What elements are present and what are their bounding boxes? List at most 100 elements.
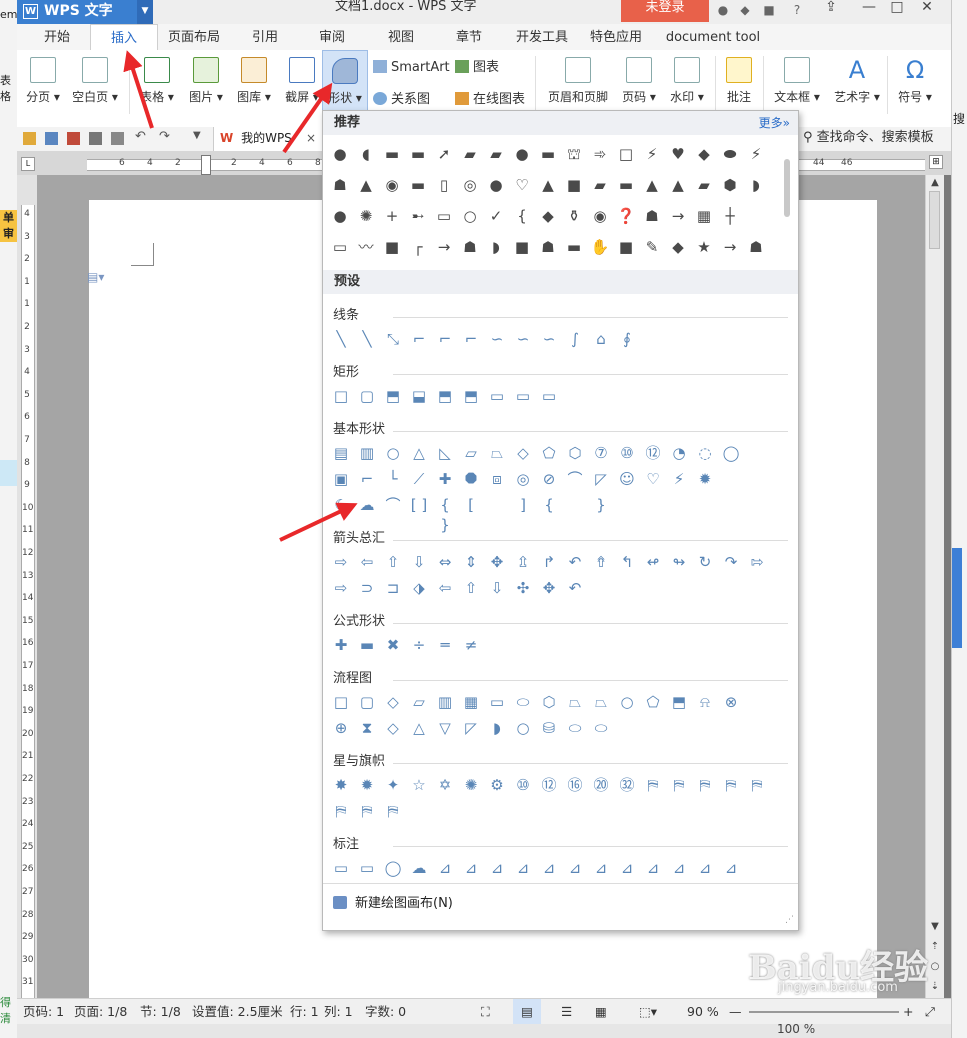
callout-shape[interactable]: ⊿: [617, 858, 637, 878]
account-icon[interactable]: ■: [762, 3, 776, 17]
recommended-shape[interactable]: ♥: [668, 144, 688, 164]
recommended-shape[interactable]: ◎: [460, 175, 480, 195]
recommended-shape[interactable]: {: [512, 206, 532, 226]
arrow-shape[interactable]: ⇮: [591, 552, 611, 572]
tab-special[interactable]: 特色应用: [579, 24, 653, 50]
star-banner-shape[interactable]: ⛿: [669, 775, 689, 795]
star-banner-shape[interactable]: ✺: [461, 775, 481, 795]
rectangle-shape[interactable]: ▢: [357, 386, 377, 406]
recommended-shape[interactable]: ▲: [356, 175, 376, 195]
callout-shape[interactable]: ⊿: [591, 858, 611, 878]
page-break-button[interactable]: 分页 ▾: [23, 50, 63, 120]
basic-shape[interactable]: ☺: [617, 469, 637, 489]
basic-shape[interactable]: { }: [435, 495, 455, 534]
star-banner-shape[interactable]: ⛿: [747, 775, 767, 795]
line-shape[interactable]: ╲: [357, 329, 377, 349]
equation-shape[interactable]: ✚: [331, 635, 351, 655]
arrow-shape[interactable]: ⇔: [435, 552, 455, 572]
equation-shape[interactable]: ✖: [383, 635, 403, 655]
basic-shape[interactable]: ⬠: [539, 443, 559, 463]
zoom-out-icon[interactable]: —: [729, 999, 742, 1025]
callout-shape[interactable]: ▭: [357, 858, 377, 878]
basic-shape[interactable]: ⑩: [617, 443, 637, 463]
basic-shape[interactable]: ▱: [461, 443, 481, 463]
recommended-shape[interactable]: ☗: [538, 237, 558, 257]
arrow-shape[interactable]: ↷: [721, 552, 741, 572]
new-drawing-canvas-item[interactable]: 新建绘图画布(N): [333, 892, 453, 911]
basic-shape[interactable]: {: [539, 495, 559, 515]
recommended-shape[interactable]: ◗: [746, 175, 766, 195]
line-shape[interactable]: ⌐: [409, 329, 429, 349]
recommended-shape[interactable]: ●: [330, 144, 350, 164]
rectangle-shape[interactable]: ⬒: [435, 386, 455, 406]
arrow-shape[interactable]: ⇨: [331, 552, 351, 572]
basic-shape[interactable]: [: [461, 495, 481, 515]
star-banner-shape[interactable]: ⛿: [331, 801, 351, 821]
basic-shape[interactable]: ✹: [695, 469, 715, 489]
tab-references[interactable]: 引用: [239, 24, 291, 50]
basic-shape[interactable]: ⑦: [591, 443, 611, 463]
flowchart-shape[interactable]: ▭: [487, 692, 507, 712]
flowchart-shape[interactable]: △: [409, 718, 429, 738]
arrow-shape[interactable]: ↱: [539, 552, 559, 572]
callout-shape[interactable]: ⊿: [435, 858, 455, 878]
star-banner-shape[interactable]: ⛿: [721, 775, 741, 795]
arrow-shape[interactable]: ⇦: [357, 552, 377, 572]
arrow-shape[interactable]: ↻: [695, 552, 715, 572]
flowchart-shape[interactable]: ◇: [383, 718, 403, 738]
basic-shape[interactable]: ⌒: [383, 495, 403, 515]
recommended-shape[interactable]: ◉: [382, 175, 402, 195]
flowchart-shape[interactable]: ○: [617, 692, 637, 712]
tab-document-tool[interactable]: document tool: [657, 24, 769, 50]
flowchart-shape[interactable]: □: [331, 692, 351, 712]
open-icon[interactable]: [23, 132, 36, 145]
recommended-shape[interactable]: ◆: [668, 237, 688, 257]
callout-shape[interactable]: ⊿: [539, 858, 559, 878]
tab-stop-selector[interactable]: L: [21, 157, 35, 171]
star-banner-shape[interactable]: ⛿: [357, 801, 377, 821]
tab-chapter[interactable]: 章节: [443, 24, 495, 50]
basic-shape[interactable]: ☾: [331, 495, 351, 515]
recommended-shape[interactable]: □: [616, 144, 636, 164]
equation-shape[interactable]: ≠: [461, 635, 481, 655]
rectangle-shape[interactable]: □: [331, 386, 351, 406]
flowchart-shape[interactable]: ⏢: [565, 692, 585, 712]
recommended-shape[interactable]: ▬: [408, 175, 428, 195]
line-shape[interactable]: ∽: [513, 329, 533, 349]
recommended-shape[interactable]: ■: [616, 237, 636, 257]
recommended-shape[interactable]: ★: [694, 237, 714, 257]
recommended-shape[interactable]: →: [434, 237, 454, 257]
rectangle-shape[interactable]: ▭: [487, 386, 507, 406]
scroll-down-icon[interactable]: ▼: [926, 921, 944, 932]
recommended-shape[interactable]: ▲: [538, 175, 558, 195]
recommended-shape[interactable]: ✺: [356, 206, 376, 226]
wordart-button[interactable]: A 艺术字 ▾: [829, 50, 885, 120]
star-banner-shape[interactable]: ⚙: [487, 775, 507, 795]
scroll-up-icon[interactable]: ▲: [926, 177, 944, 188]
callout-shape[interactable]: ⊿: [669, 858, 689, 878]
basic-shape[interactable]: ⑫: [643, 443, 663, 463]
arrow-shape[interactable]: ⇩: [409, 552, 429, 572]
more-shapes-link[interactable]: 更多»: [759, 111, 790, 135]
line-shape[interactable]: ⌐: [435, 329, 455, 349]
flowchart-shape[interactable]: ⧗: [357, 718, 377, 738]
tab-developer[interactable]: 开发工具: [505, 24, 579, 50]
basic-shape[interactable]: ◌: [695, 443, 715, 463]
undo-icon[interactable]: ↶: [135, 129, 146, 144]
minimize-button[interactable]: —: [855, 0, 883, 22]
flowchart-shape[interactable]: ⬭: [565, 718, 585, 738]
save-icon[interactable]: [45, 132, 58, 145]
callout-shape[interactable]: ⊿: [461, 858, 481, 878]
skin-icon[interactable]: ◆: [738, 3, 752, 17]
export-pdf-icon[interactable]: [67, 132, 80, 145]
arrow-shape[interactable]: ⇨: [331, 578, 351, 598]
arrow-shape[interactable]: ⬗: [409, 578, 429, 598]
online-chart-button[interactable]: 在线图表: [455, 90, 525, 110]
flowchart-shape[interactable]: ◸: [461, 718, 481, 738]
recommended-shape[interactable]: ▬: [616, 175, 636, 195]
fit-window-icon[interactable]: ⤢: [925, 999, 935, 1025]
recommended-shape[interactable]: ⛫: [564, 144, 584, 164]
basic-shape[interactable]: △: [409, 443, 429, 463]
rectangle-shape[interactable]: ⬓: [409, 386, 429, 406]
basic-shape[interactable]: ○: [383, 443, 403, 463]
